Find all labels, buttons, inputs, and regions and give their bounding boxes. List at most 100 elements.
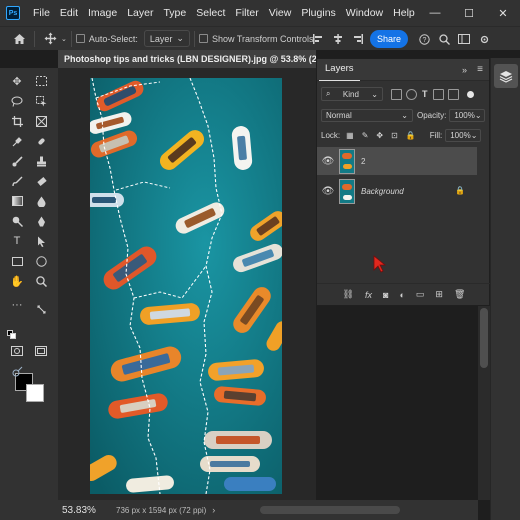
brush-tool-icon[interactable]: [6, 152, 28, 170]
filter-smart-object-icon[interactable]: [447, 88, 459, 100]
object-selection-tool-icon[interactable]: [30, 92, 52, 110]
auto-select-target-dropdown[interactable]: Layer ⌄: [143, 30, 190, 47]
edit-toolbar-icon[interactable]: [6, 362, 28, 380]
share-button[interactable]: Share: [370, 30, 408, 48]
ellipse-tool-icon[interactable]: [30, 252, 52, 270]
delete-layer-icon[interactable]: 🗑: [454, 289, 465, 300]
menu-plugins[interactable]: Plugins: [296, 0, 340, 26]
canvas-area[interactable]: [58, 68, 316, 500]
menu-help[interactable]: Help: [388, 0, 420, 26]
zoom-level[interactable]: 53.83%: [62, 505, 104, 516]
history-brush-tool-icon[interactable]: [6, 172, 28, 190]
marquee-tool-icon[interactable]: [30, 72, 52, 90]
type-tool-icon[interactable]: T: [6, 232, 28, 250]
swap-colors-icon[interactable]: [30, 300, 52, 318]
close-button[interactable]: ✕: [486, 0, 520, 26]
restore-button[interactable]: ☐: [452, 0, 486, 26]
fx-icon[interactable]: fx: [365, 290, 372, 300]
chevron-down-icon: ⌄: [176, 33, 184, 43]
filter-shape-icon[interactable]: [432, 88, 444, 100]
canvas-image[interactable]: [90, 78, 282, 494]
menu-window[interactable]: Window: [341, 0, 388, 26]
settings-icon[interactable]: [474, 28, 494, 50]
rectangle-tool-icon[interactable]: [6, 252, 28, 270]
lock-transparent-icon[interactable]: ▦: [346, 131, 354, 140]
help-icon[interactable]: ?: [414, 28, 434, 50]
svg-text:?: ?: [422, 37, 426, 44]
layer-name: Background: [361, 186, 404, 196]
crop-tool-icon[interactable]: [6, 112, 28, 130]
layer-mask-icon[interactable]: ◙: [383, 290, 388, 300]
menu-type[interactable]: Type: [158, 0, 191, 26]
lock-image-icon[interactable]: ✎: [362, 131, 369, 140]
more-tools-icon[interactable]: ···: [6, 296, 28, 314]
adjustment-layer-icon[interactable]: ◐: [399, 290, 404, 300]
status-arrow-icon[interactable]: ›: [212, 505, 215, 515]
dodge-tool-icon[interactable]: [6, 212, 28, 230]
eyedropper-tool-icon[interactable]: [6, 132, 28, 150]
pen-tool-icon[interactable]: [30, 212, 52, 230]
eraser-tool-icon[interactable]: [30, 172, 52, 190]
show-transform-checkbox[interactable]: [198, 34, 208, 43]
menu-file[interactable]: File: [28, 0, 55, 26]
lock-all-icon[interactable]: 🔒: [406, 131, 416, 140]
visibility-eye-icon[interactable]: 👁: [319, 186, 337, 197]
filter-toggle-icon[interactable]: [466, 90, 474, 98]
menu-filter[interactable]: Filter: [230, 0, 263, 26]
auto-select-checkbox[interactable]: [75, 34, 85, 43]
search-icon[interactable]: [434, 28, 454, 50]
hand-tool-icon[interactable]: ✋: [6, 272, 28, 290]
filter-adjustment-icon[interactable]: [406, 88, 417, 100]
menu-view[interactable]: View: [264, 0, 297, 26]
clone-stamp-tool-icon[interactable]: [30, 152, 52, 170]
filter-pixel-icon[interactable]: [391, 88, 402, 100]
move-tool-icon[interactable]: [39, 28, 61, 50]
background-color-swatch[interactable]: [26, 384, 44, 402]
blur-tool-icon[interactable]: [30, 192, 52, 210]
menu-select[interactable]: Select: [191, 0, 230, 26]
spot-healing-tool-icon[interactable]: [30, 132, 52, 150]
collapse-panel-icon[interactable]: »: [462, 65, 467, 75]
layers-dock-icon[interactable]: [494, 64, 518, 88]
layer-item-2[interactable]: 👁 2: [317, 147, 477, 175]
gradient-tool-icon[interactable]: [6, 192, 28, 210]
link-layers-icon[interactable]: ⛓: [343, 289, 354, 300]
options-bar: ⌄ Auto-Select: Layer ⌄ Show Transform Co…: [0, 26, 520, 50]
align-icons: [308, 27, 368, 51]
scrollbar-thumb[interactable]: [480, 308, 488, 368]
menu-edit[interactable]: Edit: [55, 0, 83, 26]
vertical-scrollbar[interactable]: [478, 306, 490, 500]
lasso-tool-icon[interactable]: [6, 92, 28, 110]
filter-kind-dropdown[interactable]: ⌕ Kind ⌄: [321, 87, 383, 101]
opacity-input[interactable]: 100% ⌄: [449, 109, 486, 122]
filter-type-icon[interactable]: T: [422, 89, 428, 99]
horizontal-scrollbar[interactable]: [260, 506, 400, 514]
default-colors-icon[interactable]: [4, 325, 18, 343]
workspace-icon[interactable]: [454, 28, 474, 50]
home-icon[interactable]: [8, 28, 30, 50]
panel-menu-icon[interactable]: ≡: [477, 64, 483, 75]
menu-layer[interactable]: Layer: [122, 0, 158, 26]
layers-tab[interactable]: Layers: [319, 58, 360, 81]
path-selection-tool-icon[interactable]: [30, 232, 52, 250]
lock-artboard-icon[interactable]: ⊡: [391, 131, 398, 140]
layer-item-background[interactable]: 👁 Background 🔒: [317, 177, 477, 205]
align-right-icon[interactable]: [348, 28, 368, 50]
screen-mode-icon[interactable]: [30, 342, 52, 360]
quick-mask-icon[interactable]: [6, 342, 28, 360]
align-left-icon[interactable]: [308, 28, 328, 50]
visibility-eye-icon[interactable]: 👁: [319, 156, 337, 167]
minimize-button[interactable]: —: [418, 0, 452, 26]
new-layer-icon[interactable]: ⊞: [435, 289, 443, 300]
group-folder-icon[interactable]: ▭: [416, 289, 425, 300]
menu-image[interactable]: Image: [83, 0, 122, 26]
fill-input[interactable]: 100% ⌄: [445, 129, 482, 142]
document-tab[interactable]: Photoshop tips and tricks (LBN DESIGNER)…: [58, 50, 316, 68]
lock-position-icon[interactable]: ✥: [376, 131, 383, 140]
blend-mode-dropdown[interactable]: Normal ⌄: [321, 109, 413, 122]
align-center-icon[interactable]: [328, 28, 348, 50]
frame-tool-icon[interactable]: [30, 112, 52, 130]
move-tool-icon[interactable]: ✥: [6, 72, 28, 90]
chevron-down-icon[interactable]: ⌄: [61, 35, 67, 43]
zoom-tool-icon[interactable]: [30, 272, 52, 290]
